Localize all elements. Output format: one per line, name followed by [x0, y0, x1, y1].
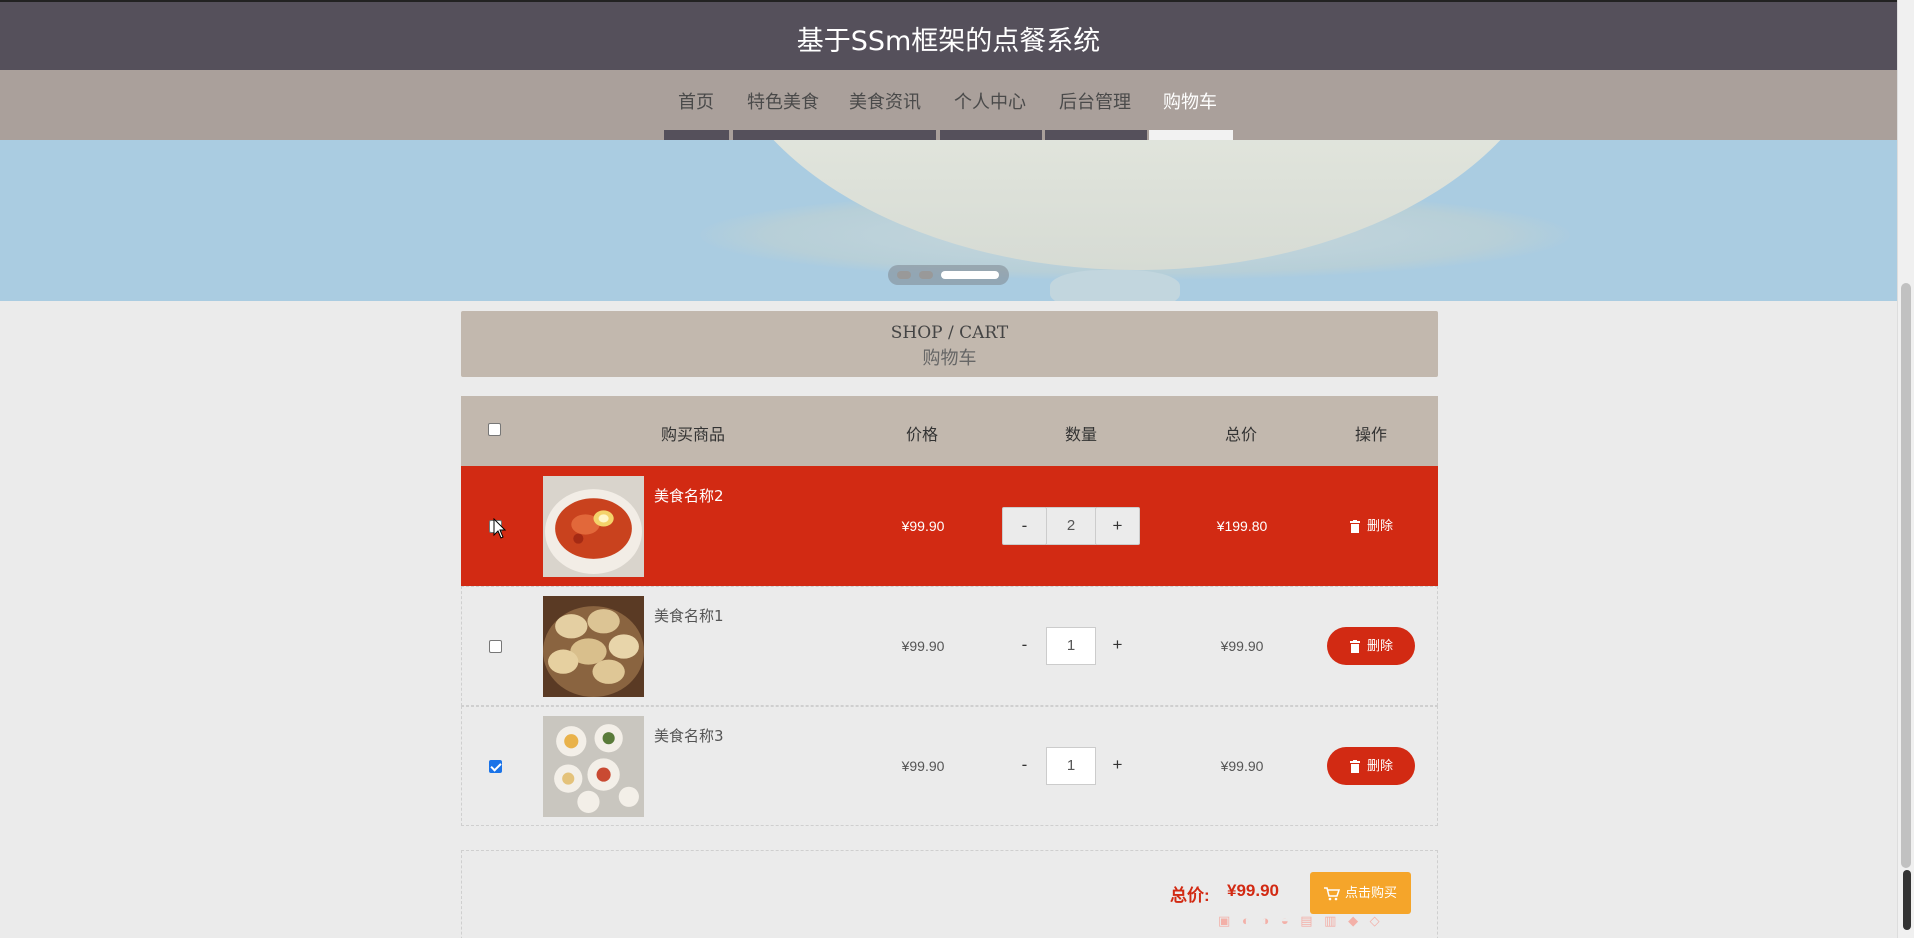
column-header-quantity: 数量 — [1064, 425, 1098, 444]
total-price-value: ¥99.90 — [1227, 881, 1279, 900]
nav-item-admin[interactable]: 后台管理 — [1059, 88, 1131, 114]
buy-button-label: 点击购买 — [1344, 885, 1397, 900]
ime-toolbar: ▣ ◐ ◑ ◒ ▤ ▥ ◆ ◇ — [1218, 913, 1384, 928]
total-price-label: 总价: — [1170, 886, 1210, 905]
food-name[interactable]: 美食名称2 — [654, 485, 724, 506]
food-image-thumbnail — [543, 596, 644, 697]
delete-button[interactable]: 删除 — [1327, 627, 1415, 665]
nav-item-home[interactable]: 首页 — [678, 88, 714, 114]
delete-button-label: 删除 — [1366, 638, 1393, 653]
carousel-dot[interactable] — [919, 271, 933, 279]
row-checkbox[interactable] — [489, 640, 502, 653]
row-checkbox[interactable] — [489, 760, 502, 773]
delete-button-label: 删除 — [1366, 518, 1393, 533]
delete-button[interactable]: 删除 — [1327, 747, 1415, 785]
row-total: ¥199.80 — [1216, 518, 1268, 534]
nav-item-food-news[interactable]: 美食资讯 — [849, 88, 921, 114]
banner-bowl-foot — [1050, 270, 1180, 301]
cart-heading-cn: 购物车 — [922, 348, 977, 369]
site-title: 基于SSm框架的点餐系统 — [796, 26, 1101, 57]
delete-button-label: 删除 — [1366, 758, 1393, 773]
carousel-dot-active[interactable] — [941, 271, 999, 279]
unit-price: ¥99.90 — [901, 518, 945, 534]
unit-price: ¥99.90 — [901, 758, 945, 774]
cart-heading-en: SHOP / CART — [890, 323, 1009, 343]
delete-button[interactable]: 删除 — [1327, 507, 1415, 545]
nav-indicator — [1045, 130, 1147, 140]
main-nav: 首页 特色美食 美食资讯 个人中心 后台管理 购物车 — [0, 70, 1897, 140]
column-header-total: 总价 — [1224, 425, 1258, 444]
trash-icon — [1349, 760, 1360, 774]
trash-icon — [1349, 520, 1360, 534]
nav-indicator — [733, 130, 936, 140]
column-header-price: 价格 — [905, 425, 939, 444]
quantity-increase-button[interactable]: + — [1095, 747, 1140, 785]
mouse-cursor-icon — [493, 518, 507, 539]
quantity-input[interactable]: 1 — [1046, 627, 1096, 665]
nav-indicator-active — [1149, 130, 1233, 140]
nav-item-cart[interactable]: 购物车 — [1163, 88, 1217, 114]
cart-row: 美食名称2 ¥99.90 - 2 + ¥199.80 删除 — [461, 466, 1438, 586]
row-total: ¥99.90 — [1220, 638, 1264, 654]
carousel-pagination — [888, 265, 1009, 285]
row-total: ¥99.90 — [1220, 758, 1264, 774]
column-header-product: 购买商品 — [660, 425, 726, 444]
food-name[interactable]: 美食名称1 — [654, 605, 724, 626]
scrollbar-thumb-active[interactable] — [1903, 870, 1911, 930]
cart-icon — [1323, 886, 1340, 900]
site-header: 基于SSm框架的点餐系统 — [0, 2, 1897, 70]
buy-button[interactable]: 点击购买 — [1310, 872, 1411, 914]
cart-heading: SHOP / CART 购物车 — [461, 311, 1438, 377]
cart-table-header: 购买商品 价格 数量 总价 操作 — [461, 396, 1438, 466]
select-all-checkbox[interactable] — [488, 423, 501, 436]
carousel-dot[interactable] — [897, 271, 911, 279]
quantity-input[interactable]: 1 — [1046, 747, 1096, 785]
nav-item-personal-center[interactable]: 个人中心 — [954, 88, 1026, 114]
quantity-decrease-button[interactable]: - — [1002, 507, 1047, 545]
quantity-decrease-button[interactable]: - — [1002, 627, 1047, 665]
food-image-thumbnail — [543, 716, 644, 817]
nav-item-featured-food[interactable]: 特色美食 — [747, 88, 819, 114]
quantity-increase-button[interactable]: + — [1095, 627, 1140, 665]
quantity-increase-button[interactable]: + — [1095, 507, 1140, 545]
cart-row: 美食名称1 ¥99.90 - 1 + ¥99.90 删除 — [461, 586, 1438, 706]
quantity-decrease-button[interactable]: - — [1002, 747, 1047, 785]
food-image-thumbnail — [543, 476, 644, 577]
trash-icon — [1349, 640, 1360, 654]
nav-indicator — [940, 130, 1042, 140]
column-header-action: 操作 — [1354, 425, 1388, 444]
quantity-input[interactable]: 2 — [1046, 507, 1096, 545]
unit-price: ¥99.90 — [901, 638, 945, 654]
cart-row: 美食名称3 ¥99.90 - 1 + ¥99.90 删除 — [461, 706, 1438, 826]
food-name[interactable]: 美食名称3 — [654, 725, 724, 746]
nav-indicator — [664, 130, 729, 140]
scrollbar-thumb[interactable] — [1901, 283, 1911, 868]
banner-carousel — [0, 140, 1897, 301]
